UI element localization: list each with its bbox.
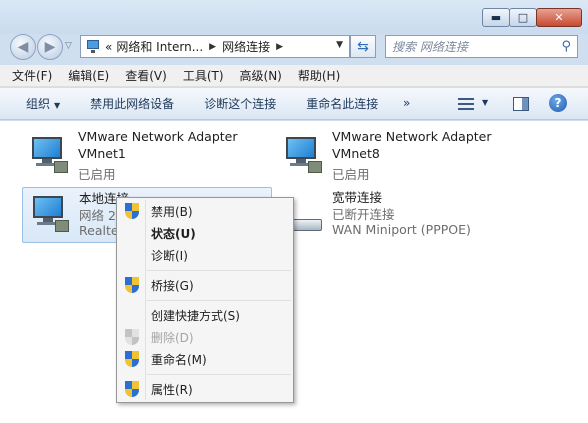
breadcrumb-overflow[interactable]: « bbox=[105, 40, 112, 54]
menu-item-rename[interactable]: 重命名(M) bbox=[119, 348, 291, 370]
organize-button[interactable]: 组织 ▼ bbox=[26, 95, 60, 112]
connection-status: 已启用 bbox=[78, 167, 116, 182]
menu-item-label: 桥接(G) bbox=[151, 278, 194, 293]
menu-view[interactable]: 查看(V) bbox=[125, 67, 167, 84]
menu-advanced[interactable]: 高级(N) bbox=[240, 67, 282, 84]
forward-button[interactable]: ▶ bbox=[37, 34, 63, 60]
diagnose-button[interactable]: 诊断这个连接 bbox=[204, 95, 276, 112]
menu-item-disable[interactable]: 禁用(B) bbox=[119, 200, 291, 222]
menu-item-properties[interactable]: 属性(R) bbox=[119, 378, 291, 400]
menu-divider bbox=[147, 270, 291, 271]
connection-device: VMnet8 bbox=[332, 146, 380, 161]
close-icon: ✕ bbox=[554, 11, 564, 24]
menu-item-label: 重命名(M) bbox=[151, 352, 207, 367]
breadcrumb-separator-icon[interactable]: ▶ bbox=[276, 42, 283, 52]
menu-item-label: 禁用(B) bbox=[151, 204, 193, 219]
back-button[interactable]: ◀ bbox=[10, 34, 36, 60]
connection-name: VMware Network Adapter bbox=[332, 129, 492, 144]
uac-shield-icon bbox=[125, 381, 139, 397]
menu-item-label: 诊断(I) bbox=[151, 248, 188, 263]
network-folder-icon bbox=[85, 39, 101, 54]
disable-device-button[interactable]: 禁用此网络设备 bbox=[90, 95, 174, 112]
network-adapter-icon bbox=[26, 137, 70, 177]
uac-shield-icon bbox=[125, 277, 139, 293]
connection-device: VMnet1 bbox=[78, 146, 126, 161]
address-bar[interactable]: « 网络和 Intern... ▶ 网络连接 ▶ ▼ bbox=[80, 35, 350, 58]
menu-item-diagnose[interactable]: 诊断(I) bbox=[119, 244, 291, 266]
rename-button[interactable]: 重命名此连接 bbox=[306, 95, 378, 112]
search-placeholder: 搜索 网络连接 bbox=[392, 40, 468, 54]
connection-network: 网络 2 bbox=[79, 208, 116, 223]
menu-bar: 文件(F) 编辑(E) 查看(V) 工具(T) 高级(N) 帮助(H) bbox=[0, 65, 588, 87]
search-icon[interactable]: ⚲ bbox=[561, 39, 571, 54]
menu-file[interactable]: 文件(F) bbox=[12, 67, 52, 84]
menu-item-label: 创建快捷方式(S) bbox=[151, 308, 240, 323]
title-bar: ▬ □ ✕ bbox=[0, 0, 588, 34]
menu-item-label: 属性(R) bbox=[151, 382, 193, 397]
connection-device: Realte bbox=[79, 223, 119, 238]
uac-shield-icon bbox=[125, 329, 139, 345]
breadcrumb-separator-icon[interactable]: ▶ bbox=[209, 42, 216, 52]
menu-edit[interactable]: 编辑(E) bbox=[68, 67, 109, 84]
address-dropdown-icon[interactable]: ▼ bbox=[336, 40, 343, 50]
connection-item-vmnet1[interactable]: VMware Network Adapter VMnet1 已启用 bbox=[22, 129, 272, 185]
menu-divider bbox=[147, 300, 291, 301]
search-input[interactable]: 搜索 网络连接 ⚲ bbox=[385, 35, 578, 58]
organize-label: 组织 bbox=[26, 97, 51, 111]
navigation-bar: ◀ ▶ ▽ « 网络和 Intern... ▶ 网络连接 ▶ ▼ ⇆ 搜索 网络… bbox=[0, 32, 588, 62]
menu-item-bridge[interactable]: 桥接(G) bbox=[119, 274, 291, 296]
connection-item-vmnet8[interactable]: VMware Network Adapter VMnet8 已启用 bbox=[276, 129, 526, 185]
window-controls: ▬ □ ✕ bbox=[482, 8, 582, 27]
menu-item-label: 删除(D) bbox=[151, 330, 194, 345]
breadcrumb-item[interactable]: 网络和 Intern... bbox=[116, 38, 203, 55]
chevron-down-icon: ▼ bbox=[54, 101, 61, 110]
connection-item-broadband[interactable]: 宽带连接 已断开连接 WAN Miniport (PPPOE) bbox=[276, 187, 526, 243]
arrow-right-icon: ▶ bbox=[44, 39, 56, 55]
command-bar: 组织 ▼ 禁用此网络设备 诊断这个连接 重命名此连接 » ▼ ? bbox=[0, 88, 588, 120]
maximize-icon: □ bbox=[517, 11, 529, 24]
menu-item-delete: 删除(D) bbox=[119, 326, 291, 348]
refresh-icon: ⇆ bbox=[357, 38, 369, 55]
menu-item-create-shortcut[interactable]: 创建快捷方式(S) bbox=[119, 304, 291, 326]
menu-item-status[interactable]: 状态(U) bbox=[119, 222, 291, 244]
help-icon[interactable]: ? bbox=[549, 94, 567, 112]
chevron-down-icon: ▽ bbox=[65, 41, 72, 51]
connection-device: WAN Miniport (PPPOE) bbox=[332, 222, 471, 237]
menu-tools[interactable]: 工具(T) bbox=[183, 67, 224, 84]
preview-pane-icon[interactable] bbox=[513, 97, 529, 111]
connection-name: VMware Network Adapter bbox=[78, 129, 238, 144]
connections-list: VMware Network Adapter VMnet1 已启用 VMware… bbox=[0, 121, 588, 423]
uac-shield-icon bbox=[125, 351, 139, 367]
minimize-button[interactable]: ▬ bbox=[482, 8, 510, 27]
menu-item-label: 状态(U) bbox=[151, 226, 196, 241]
maximize-button[interactable]: □ bbox=[509, 8, 537, 27]
network-adapter-icon bbox=[27, 196, 71, 236]
change-view-button[interactable]: ▼ bbox=[458, 97, 488, 111]
arrow-left-icon: ◀ bbox=[17, 39, 29, 55]
context-menu: 禁用(B) 状态(U) 诊断(I) 桥接(G) 创建快捷方式(S) 删除(D) … bbox=[116, 197, 294, 403]
chevron-down-icon: ▼ bbox=[482, 98, 489, 107]
menu-divider bbox=[147, 374, 291, 375]
breadcrumb-item[interactable]: 网络连接 bbox=[222, 38, 270, 55]
recent-pages-dropdown[interactable]: ▽ bbox=[65, 41, 75, 51]
refresh-button[interactable]: ⇆ bbox=[350, 35, 376, 58]
close-button[interactable]: ✕ bbox=[536, 8, 582, 27]
connection-status: 已断开连接 bbox=[332, 207, 395, 222]
menu-help[interactable]: 帮助(H) bbox=[298, 67, 340, 84]
uac-shield-icon bbox=[125, 203, 139, 219]
more-commands-button[interactable]: » bbox=[403, 96, 410, 110]
minimize-icon: ▬ bbox=[490, 11, 502, 24]
connection-status: 已启用 bbox=[332, 167, 370, 182]
network-adapter-icon bbox=[280, 137, 324, 177]
